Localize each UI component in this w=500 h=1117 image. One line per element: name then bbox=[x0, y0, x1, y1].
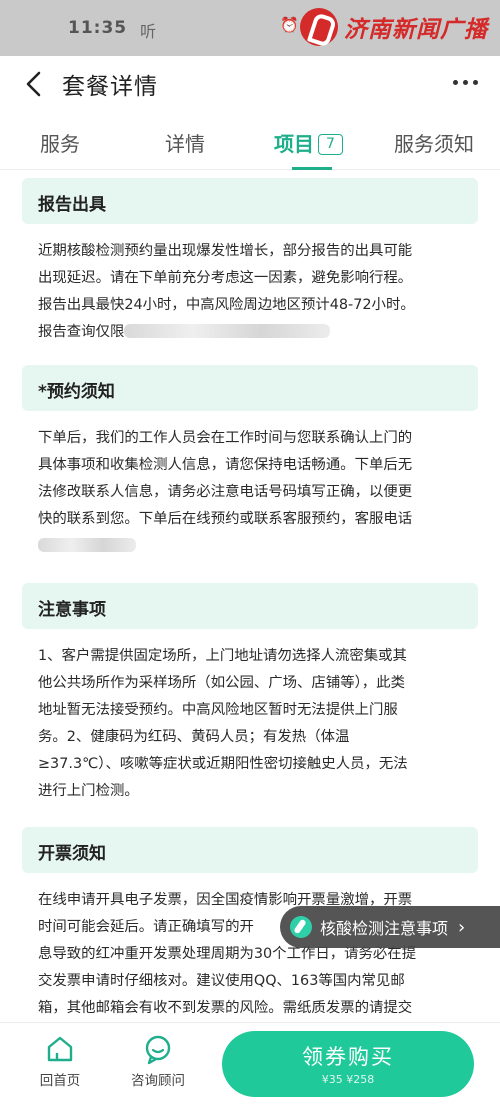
booking-line-1: 下单后，我们的工作人员会在工作时间与您联系确认上门的 bbox=[38, 430, 413, 446]
notice-line-3: 地址暂无法接受预约。中高风险地区暂时无法提供上门服 bbox=[38, 702, 398, 718]
section-booking: *预约须知 下单后，我们的工作人员会在工作时间与您联系确认上门的 具体事项和收集… bbox=[22, 365, 478, 560]
section-report-body: 近期核酸检测预约量出现爆发性增长，部分报告的出具可能 出现延迟。请在下单前充分考… bbox=[22, 224, 478, 346]
notice-line-6: 进行上门检测。 bbox=[38, 783, 139, 799]
buy-button-label: 领券购买 bbox=[302, 1045, 394, 1069]
invoice-line-5: 箱，其他邮箱会有收不到发票的风险。需纸质发票的请提交 bbox=[38, 1000, 413, 1016]
notice-line-5: ≥37.3℃）、咳嗽等症状或近期阳性密切接触史人员，无法 bbox=[38, 756, 408, 772]
home-icon bbox=[47, 1036, 73, 1062]
section-report: 报告出具 近期核酸检测预约量出现爆发性增长，部分报告的出具可能 出现延迟。请在下… bbox=[22, 178, 478, 346]
booking-line-5 bbox=[38, 533, 476, 560]
watermark-logo-icon bbox=[300, 8, 338, 46]
section-invoice-title: 开票须知 bbox=[22, 827, 478, 873]
tab-items-label: 项目 bbox=[274, 132, 314, 156]
notice-line-4: 务。2、健康码为红码、黄码人员；有发热（体温 bbox=[38, 729, 350, 745]
tab-service-notice[interactable]: 服务须知 bbox=[394, 128, 474, 157]
invoice-line-4: 交发票申请时仔细核对。建议使用QQ、163等国内常见邮 bbox=[38, 973, 405, 989]
status-listen-label: 听 bbox=[140, 22, 157, 41]
covid-test-notice-button[interactable]: 核酸检测注意事项 › bbox=[280, 906, 500, 948]
section-report-title: 报告出具 bbox=[22, 178, 478, 224]
header: 套餐详情 bbox=[0, 56, 500, 112]
report-query-label: 报告查询仅限 bbox=[38, 324, 125, 340]
tab-service-notice-label: 服务须知 bbox=[394, 132, 474, 156]
section-notice: 注意事项 1、客户需提供固定场所，上门地址请勿选择人流密集或其 他公共场所作为采… bbox=[22, 583, 478, 805]
section-notice-title: 注意事项 bbox=[22, 583, 478, 629]
tab-items[interactable]: 项目 7 bbox=[274, 128, 343, 157]
consult-label: 咨询顾问 bbox=[131, 1073, 185, 1089]
tab-details-label: 详情 bbox=[165, 132, 205, 156]
section-booking-title: *预约须知 bbox=[22, 365, 478, 411]
watermark: 济南新闻广播 bbox=[300, 4, 488, 50]
tab-details[interactable]: 详情 bbox=[165, 128, 205, 157]
status-time: 11:35 bbox=[68, 18, 128, 38]
home-label: 回首页 bbox=[39, 1073, 81, 1089]
covid-test-notice-label: 核酸检测注意事项 bbox=[320, 919, 449, 938]
booking-line-4: 快的联系到您。下单后在线预约或联系客服预约，客服电话 bbox=[38, 511, 413, 527]
buy-button-price: ¥35 ¥258 bbox=[321, 1073, 375, 1086]
chevron-right-icon: › bbox=[458, 916, 466, 938]
coupon-buy-button[interactable]: 领券购买 ¥35 ¥258 bbox=[222, 1031, 474, 1097]
watermark-text: 济南新闻广播 bbox=[344, 16, 488, 43]
notice-line-2: 他公共场所作为采样场所（如公园、广场、店铺等），此类 bbox=[38, 675, 405, 691]
tab-service[interactable]: 服务 bbox=[40, 128, 80, 157]
notice-line-1: 1、客户需提供固定场所，上门地址请勿选择人流密集或其 bbox=[38, 648, 407, 664]
booking-line-2: 具体事项和收集检测人信息，请您保持电话畅通。下单后无 bbox=[38, 457, 413, 473]
blurred-text bbox=[124, 324, 331, 338]
report-line-4: 报告查询仅限 bbox=[38, 319, 476, 346]
back-arrow-icon[interactable] bbox=[22, 70, 48, 98]
chat-bubble-icon bbox=[145, 1035, 171, 1065]
section-booking-body: 下单后，我们的工作人员会在工作时间与您联系确认上门的 具体事项和收集检测人信息，… bbox=[22, 411, 478, 560]
tab-service-label: 服务 bbox=[40, 132, 80, 156]
report-line-3: 报告出具最快24小时，中高风险周边地区预计48-72小时。 bbox=[38, 297, 415, 313]
test-swab-icon bbox=[290, 916, 312, 938]
home-button[interactable]: 回首页 bbox=[20, 1033, 100, 1089]
page-title: 套餐详情 bbox=[62, 74, 158, 100]
tab-items-count-badge: 7 bbox=[318, 134, 343, 155]
report-line-1: 近期核酸检测预约量出现爆发性增长，部分报告的出具可能 bbox=[38, 243, 413, 259]
tab-bar: 服务 详情 项目 7 服务须知 bbox=[0, 112, 500, 170]
status-bar: 11:35 听 ⏰ ◔ 济南新闻广播 bbox=[0, 0, 500, 56]
more-options-icon[interactable] bbox=[453, 80, 478, 85]
consult-button[interactable]: 咨询顾问 bbox=[118, 1033, 198, 1089]
report-line-2: 出现延迟。请在下单前充分考虑这一因素，避免影响行程。 bbox=[38, 270, 413, 286]
section-notice-body: 1、客户需提供固定场所，上门地址请勿选择人流密集或其 他公共场所作为采样场所（如… bbox=[22, 629, 478, 805]
blurred-phone-number bbox=[38, 538, 136, 552]
content-scroll-area[interactable]: 报告出具 近期核酸检测预约量出现爆发性增长，部分报告的出具可能 出现延迟。请在下… bbox=[0, 170, 500, 1022]
bottom-action-bar: 回首页 咨询顾问 领券购买 ¥35 ¥258 bbox=[0, 1022, 500, 1117]
booking-line-3: 法修改联系人信息，请务必注意电话号码填写正确，以便更 bbox=[38, 484, 413, 500]
